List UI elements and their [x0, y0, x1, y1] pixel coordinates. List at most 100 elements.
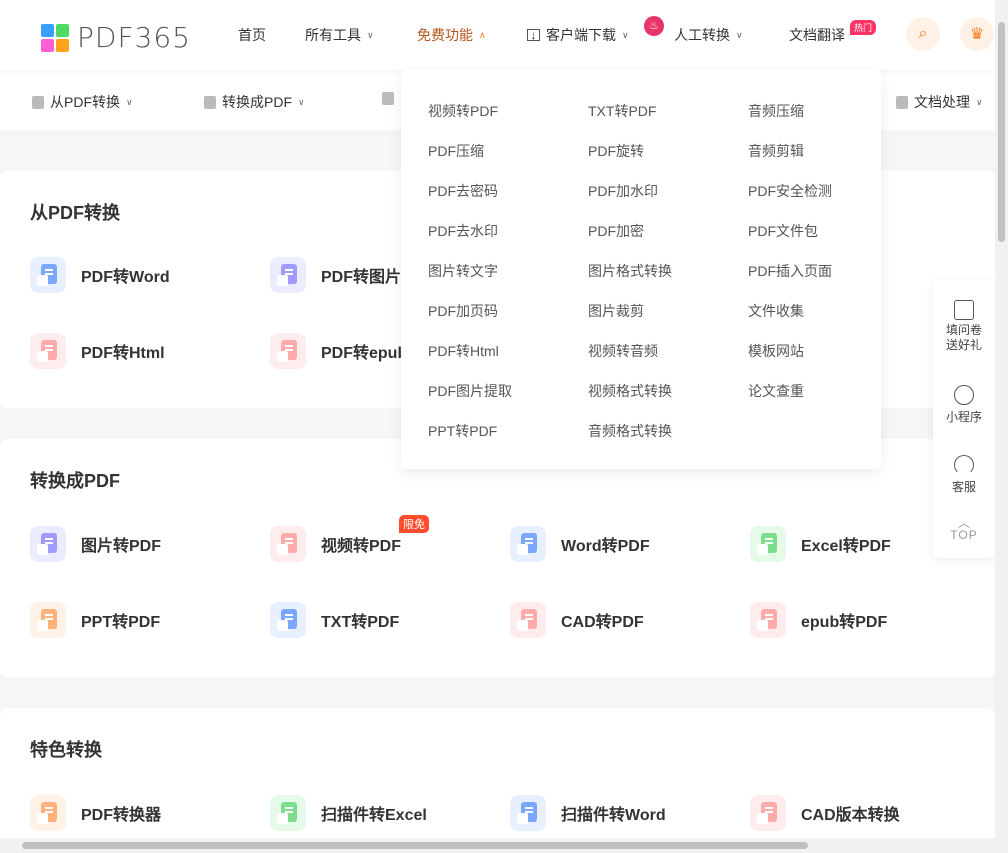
tool-icon: [30, 333, 66, 369]
pdf-icon: [32, 95, 44, 109]
tool-icon: [750, 795, 786, 831]
horizontal-scrollbar[interactable]: [0, 838, 1008, 853]
chevron-down-icon: ∨: [976, 96, 983, 107]
subnav-doc-processing[interactable]: 文档处理 ∨: [896, 92, 983, 112]
dropdown-item[interactable]: 视频转音频: [588, 341, 658, 361]
tool-item[interactable]: TXT转PDF: [270, 602, 399, 638]
tool-item[interactable]: 视频转PDF: [270, 526, 401, 562]
search-button[interactable]: ⌕: [906, 17, 940, 51]
dropdown-item[interactable]: TXT转PDF: [588, 101, 656, 121]
dropdown-item[interactable]: 论文查重: [748, 381, 804, 401]
free-features-dropdown: 视频转PDF PDF压缩 PDF去密码 PDF去水印 图片转文字 PDF加页码 PDF转Ht…: [401, 70, 881, 469]
tool-item[interactable]: Word转PDF: [510, 526, 650, 562]
chevron-down-icon: ∨: [736, 29, 743, 40]
headset-icon: [954, 455, 974, 475]
tool-item[interactable]: PDF转epub: [270, 333, 407, 369]
tool-icon: [510, 795, 546, 831]
dropdown-item[interactable]: 音频格式转换: [588, 421, 672, 441]
dropdown-item[interactable]: PDF文件包: [748, 221, 818, 241]
subnav-to-pdf[interactable]: 转换成PDF ∨: [204, 92, 305, 112]
nav-free-features[interactable]: 免费功能 ∧: [417, 25, 486, 45]
chevron-down-icon: ∨: [367, 29, 374, 40]
hot-badge: 热门: [850, 20, 877, 35]
free-badge: 限免: [399, 515, 429, 533]
tool-icon: [30, 602, 66, 638]
dropdown-item[interactable]: PDF压缩: [428, 141, 484, 161]
tool-item[interactable]: CAD转PDF: [510, 602, 644, 638]
subnav-security[interactable]: [382, 92, 394, 105]
search-icon: ⌕: [918, 25, 928, 42]
tool-icon: [30, 257, 66, 293]
tool-icon: [270, 795, 306, 831]
fire-icon: ♨: [644, 16, 664, 36]
dropdown-item[interactable]: PDF图片提取: [428, 381, 512, 401]
section-title: 从PDF转换: [30, 203, 120, 223]
dropdown-item[interactable]: PDF加密: [588, 221, 644, 241]
dropdown-item[interactable]: PDF加水印: [588, 181, 658, 201]
survey-icon: [954, 300, 974, 320]
tool-icon: [30, 526, 66, 562]
survey-button[interactable]: 填问卷送好礼: [933, 300, 995, 353]
tool-item[interactable]: Excel转PDF: [750, 526, 891, 562]
dropdown-item[interactable]: 音频剪辑: [748, 141, 804, 161]
back-to-top-button[interactable]: ︿ TOP: [933, 516, 995, 542]
tool-icon: [270, 602, 306, 638]
vertical-scrollbar[interactable]: [995, 0, 1008, 838]
tool-icon: [750, 526, 786, 562]
customer-service-button[interactable]: 客服: [933, 455, 995, 495]
tool-item[interactable]: PDF转换器: [30, 795, 161, 831]
logo[interactable]: PDF365: [41, 21, 191, 54]
section-featured: 特色转换 PDF转换器 扫描件转Excel 扫描件转Word CAD版本转换: [0, 708, 995, 848]
side-toolbar: 填问卷送好礼 小程序 客服 ︿ TOP: [933, 280, 995, 558]
logo-icon: [41, 23, 69, 52]
tool-item[interactable]: PDF转Word: [30, 257, 170, 293]
tool-item[interactable]: epub转PDF: [750, 602, 887, 638]
tool-icon: [270, 333, 306, 369]
tool-item[interactable]: PPT转PDF: [30, 602, 160, 638]
download-icon: ↓: [527, 28, 540, 42]
subnav-from-pdf[interactable]: 从PDF转换 ∨: [32, 92, 133, 112]
dropdown-item[interactable]: 音频压缩: [748, 101, 804, 121]
nav-all-tools[interactable]: 所有工具 ∨: [305, 25, 374, 45]
vip-button[interactable]: ♛: [960, 17, 994, 51]
tool-item[interactable]: PDF转图片: [270, 257, 401, 293]
nav-home[interactable]: 首页: [238, 25, 266, 45]
dropdown-item[interactable]: 图片转文字: [428, 261, 498, 281]
dropdown-item[interactable]: PDF加页码: [428, 301, 498, 321]
mini-program-button[interactable]: 小程序: [933, 385, 995, 425]
chevron-up-icon: ︿: [957, 516, 970, 530]
section-to-pdf: 转换成PDF 图片转PDF 视频转PDF Word转PDF Excel转PDF PPT转P…: [0, 439, 995, 678]
tool-item[interactable]: 扫描件转Excel: [270, 795, 427, 831]
nav-translation[interactable]: 文档翻译: [789, 25, 845, 45]
dropdown-item[interactable]: PDF旋转: [588, 141, 644, 161]
document-icon: [896, 95, 908, 109]
dropdown-item[interactable]: 模板网站: [748, 341, 804, 361]
tool-item[interactable]: PDF转Html: [30, 333, 165, 369]
tool-item[interactable]: 图片转PDF: [30, 526, 161, 562]
tool-item[interactable]: 扫描件转Word: [510, 795, 666, 831]
section-title: 特色转换: [30, 740, 102, 760]
tool-icon: [270, 257, 306, 293]
nav-client-download[interactable]: ↓ 客户端下载 ∨: [527, 25, 629, 45]
header: PDF365 首页 所有工具 ∨ 免费功能 ∧ ↓ 客户端下载 ∨ ♨ 人工转换 ∨ 文档…: [0, 0, 995, 70]
dropdown-item[interactable]: 图片裁剪: [588, 301, 644, 321]
dropdown-item[interactable]: PDF转Html: [428, 341, 499, 361]
dropdown-item[interactable]: PDF插入页面: [748, 261, 832, 281]
dropdown-item[interactable]: 图片格式转换: [588, 261, 672, 281]
section-title: 转换成PDF: [30, 471, 120, 491]
dropdown-item[interactable]: PDF去水印: [428, 221, 498, 241]
crown-icon: ♛: [969, 26, 985, 43]
dropdown-item[interactable]: PDF安全检测: [748, 181, 832, 201]
dropdown-item[interactable]: 文件收集: [748, 301, 804, 321]
chevron-down-icon: ∨: [298, 96, 305, 107]
dropdown-item[interactable]: 视频转PDF: [428, 101, 498, 121]
chevron-down-icon: ∨: [126, 96, 133, 107]
dropdown-item[interactable]: PDF去密码: [428, 181, 498, 201]
tool-icon: [510, 526, 546, 562]
nav-manual-conversion[interactable]: 人工转换 ∨: [674, 25, 743, 45]
tool-item[interactable]: CAD版本转换: [750, 795, 900, 831]
pdf-icon: [204, 95, 216, 109]
mini-program-icon: [954, 385, 974, 405]
dropdown-item[interactable]: PPT转PDF: [428, 421, 497, 441]
dropdown-item[interactable]: 视频格式转换: [588, 381, 672, 401]
